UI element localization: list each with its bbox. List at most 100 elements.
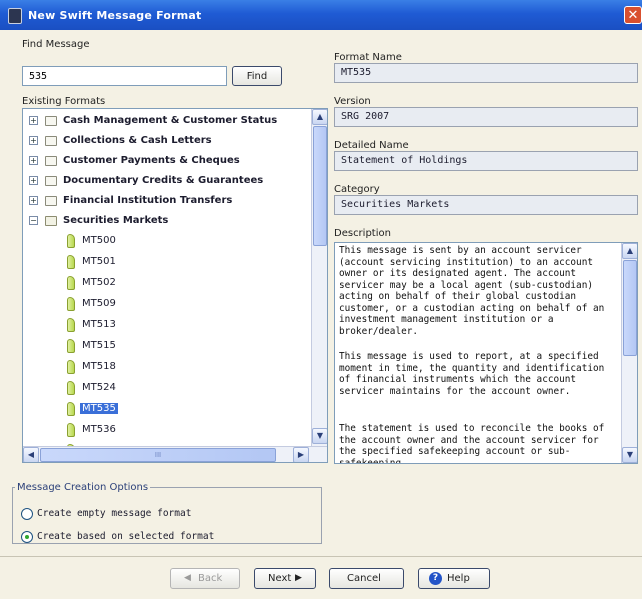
scroll-right-icon[interactable]: ▶ <box>293 447 309 462</box>
help-button[interactable]: ? Help <box>418 568 490 589</box>
message-format-icon <box>67 402 75 416</box>
message-format-icon <box>67 234 75 248</box>
description-paragraph-3: The statement is used to reconcile the b… <box>339 423 605 464</box>
next-button[interactable]: Next ▶ <box>254 568 316 589</box>
find-message-input[interactable] <box>22 66 227 86</box>
folder-icon <box>45 116 57 126</box>
tree-message-row[interactable]: MT502 <box>23 273 311 293</box>
tree-message-row[interactable]: MT535 <box>23 399 311 419</box>
tree-horizontal-scrollbar[interactable]: ◀ III ▶ <box>23 446 327 462</box>
tree-category-label: Collections & Cash Letters <box>63 135 212 146</box>
expand-icon[interactable]: + <box>29 176 38 185</box>
category-label: Category <box>334 184 380 195</box>
back-button[interactable]: ◀ Back <box>170 568 240 589</box>
radio-empty-icon[interactable] <box>21 508 33 520</box>
options-legend: Message Creation Options <box>17 482 149 493</box>
tree-category-row[interactable]: − Securities Markets <box>23 211 311 231</box>
message-format-icon <box>67 360 75 374</box>
tree-message-label: MT536 <box>82 424 116 435</box>
help-label: Help <box>447 573 470 584</box>
formats-tree[interactable]: + Cash Management & Customer Status + Colle… <box>22 108 328 463</box>
back-label: Back <box>198 573 223 584</box>
tree-vertical-scrollbar[interactable]: ▲ ▼ <box>311 109 327 446</box>
scroll-left-icon[interactable]: ◀ <box>23 447 39 462</box>
scroll-down-icon[interactable]: ▼ <box>312 428 327 444</box>
existing-formats-label: Existing Formats <box>22 96 106 107</box>
tree-message-row[interactable]: MT518 <box>23 357 311 377</box>
expand-icon[interactable]: + <box>29 196 38 205</box>
cancel-label: Cancel <box>347 573 381 584</box>
tree-category-label: Customer Payments & Cheques <box>63 155 240 166</box>
tree-category-row[interactable]: + Cash Management & Customer Status <box>23 111 311 131</box>
tree-category-row[interactable]: + Customer Payments & Cheques <box>23 151 311 171</box>
detailed-name-label: Detailed Name <box>334 140 409 151</box>
radio-based-icon[interactable] <box>21 531 33 543</box>
desc-scroll-down-icon[interactable]: ▼ <box>622 447 637 463</box>
version-label: Version <box>334 96 371 107</box>
tree-hscroll-thumb[interactable]: III <box>40 448 276 462</box>
tree-message-label: MT535 <box>80 403 118 414</box>
expand-icon[interactable]: + <box>29 156 38 165</box>
description-scrollbar[interactable]: ▲ ▼ <box>621 243 637 463</box>
find-message-label: Find Message <box>22 39 90 50</box>
folder-icon <box>45 176 57 186</box>
tree-message-label: MT500 <box>82 235 116 246</box>
tree-message-row[interactable]: MT524 <box>23 378 311 398</box>
tree-message-row[interactable]: MT536 <box>23 420 311 440</box>
tree-message-label: MT501 <box>82 256 116 267</box>
version-field: SRG 2007 <box>334 107 638 127</box>
tree-message-label: MT524 <box>82 382 116 393</box>
message-format-icon <box>67 339 75 353</box>
tree-category-label: Securities Markets <box>63 215 169 226</box>
description-paragraph-2: This message is used to report, at a spe… <box>339 351 605 397</box>
description-scroll-thumb[interactable] <box>623 260 637 356</box>
tree-message-row[interactable]: MT513 <box>23 315 311 335</box>
next-label: Next <box>268 573 292 584</box>
desc-scroll-up-icon[interactable]: ▲ <box>622 243 637 259</box>
tree-message-row[interactable]: MT501 <box>23 252 311 272</box>
format-name-field: MT535 <box>334 63 638 83</box>
format-name-label: Format Name <box>334 52 402 63</box>
close-icon: ✕ <box>627 8 639 23</box>
tree-scroll-thumb[interactable] <box>313 126 327 246</box>
message-format-icon <box>67 255 75 269</box>
option-create-based-label: Create based on selected format <box>37 531 215 542</box>
description-textarea[interactable]: This message is sent by an account servi… <box>334 242 638 464</box>
message-format-icon <box>67 318 75 332</box>
expand-icon[interactable]: + <box>29 136 38 145</box>
expand-icon[interactable]: + <box>29 116 38 125</box>
message-format-icon <box>67 297 75 311</box>
tree-category-row[interactable]: + Financial Institution Transfers <box>23 191 311 211</box>
tree-message-label: MT518 <box>82 361 116 372</box>
cancel-button[interactable]: Cancel <box>329 568 404 589</box>
window-title: New Swift Message Format <box>28 9 202 22</box>
find-button[interactable]: Find <box>232 66 282 86</box>
folder-icon <box>45 196 57 206</box>
next-arrow-icon: ▶ <box>295 573 302 583</box>
tree-message-row[interactable]: MT509 <box>23 294 311 314</box>
tree-message-label: MT502 <box>82 277 116 288</box>
tree-category-row[interactable]: + Collections & Cash Letters <box>23 131 311 151</box>
help-icon: ? <box>429 572 442 585</box>
message-format-icon <box>67 423 75 437</box>
title-bar: New Swift Message Format ✕ <box>0 0 642 30</box>
detailed-name-field: Statement of Holdings <box>334 151 638 171</box>
message-creation-options: Message Creation Options Create empty me… <box>12 482 322 544</box>
collapse-icon[interactable]: − <box>29 216 38 225</box>
app-icon <box>8 8 22 24</box>
footer-divider <box>0 556 642 557</box>
description-label: Description <box>334 228 391 239</box>
tree-category-label: Documentary Credits & Guarantees <box>63 175 264 186</box>
tree-message-row[interactable]: MT515 <box>23 336 311 356</box>
scroll-up-icon[interactable]: ▲ <box>312 109 327 125</box>
tree-message-label: MT515 <box>82 340 116 351</box>
folder-open-icon <box>45 216 57 226</box>
close-button[interactable]: ✕ <box>624 6 642 24</box>
tree-message-label: MT509 <box>82 298 116 309</box>
tree-message-row[interactable]: MT500 <box>23 231 311 251</box>
tree-category-label: Cash Management & Customer Status <box>63 115 278 126</box>
tree-message-label: MT513 <box>82 319 116 330</box>
description-paragraph-1: This message is sent by an account servi… <box>339 245 605 337</box>
tree-category-row[interactable]: + Documentary Credits & Guarantees <box>23 171 311 191</box>
back-arrow-icon: ◀ <box>184 573 191 583</box>
